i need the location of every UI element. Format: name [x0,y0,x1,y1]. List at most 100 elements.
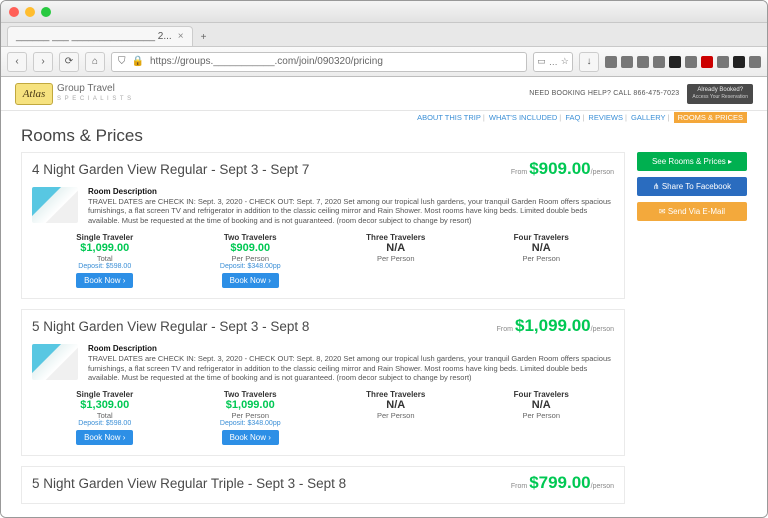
new-tab-button[interactable]: + [193,29,215,46]
ext-icon[interactable] [701,56,713,68]
price-sub: Per Person [323,254,469,263]
room-price-block: From$909.00/person [511,159,614,179]
book-now-button[interactable]: Book Now › [222,430,279,445]
browser-tab[interactable]: ______ ___ _______________ 2... × [7,26,193,46]
nav-about[interactable]: ABOUT THIS TRIP [417,113,481,122]
book-now-button[interactable]: Book Now › [76,430,133,445]
minimize-window-button[interactable] [25,7,35,17]
reader-box[interactable]: ▭…☆ [533,52,573,72]
deposit-text: Deposit: $348.00pp [178,420,324,427]
ext-icon[interactable] [637,56,649,68]
ext-icon[interactable] [653,56,665,68]
traveler-label: Three Travelers [323,390,469,399]
ext-icon[interactable] [717,56,729,68]
room-card: 5 Night Garden View Regular - Sept 3 - S… [21,309,625,456]
price-sub: Total [32,254,178,263]
traveler-label: Four Travelers [469,390,615,399]
page-nav: ABOUT THIS TRIP| WHAT'S INCLUDED| FAQ| R… [1,111,767,124]
url-text: https://groups.___________.com/join/0903… [150,56,383,67]
nav-faq[interactable]: FAQ [565,113,580,122]
back-button[interactable]: ‹ [7,52,27,72]
per-person-label: /person [591,326,614,333]
page-content: Atlas Group Travel S P E C I A L I S T S… [1,77,767,517]
price-column: Single Traveler$1,099.00TotalDeposit: $5… [32,233,178,288]
url-bar[interactable]: ⛉ 🔒 https://groups.___________.com/join/… [111,52,527,72]
room-card: 4 Night Garden View Regular - Sept 3 - S… [21,152,625,299]
room-card: 5 Night Garden View Regular Triple - Sep… [21,466,625,504]
share-facebook-button[interactable]: ⋔ Share To Facebook [637,177,747,196]
price-sub: Per Person [469,254,615,263]
room-thumbnail [32,344,78,380]
extension-icons [605,56,761,68]
price-amount: N/A [323,399,469,411]
room-price-block: From$799.00/person [511,473,614,493]
nav-rooms-active[interactable]: ROOMS & PRICES [674,112,747,123]
nav-reviews[interactable]: REVIEWS [588,113,623,122]
ext-icon[interactable] [669,56,681,68]
window-titlebar [1,1,767,23]
price-amount: N/A [323,242,469,254]
menu-icon[interactable] [749,56,761,68]
traveler-label: Four Travelers [469,233,615,242]
forward-button[interactable]: › [33,52,53,72]
site-logo[interactable]: Atlas Group Travel S P E C I A L I S T S [15,83,132,105]
ext-icon[interactable] [621,56,633,68]
book-now-button[interactable]: Book Now › [222,273,279,288]
deposit-text: Deposit: $348.00pp [178,263,324,270]
room-headline-price: $909.00 [529,159,590,178]
logo-badge: Atlas [15,83,53,105]
see-rooms-button[interactable]: See Rooms & Prices ▸ [637,152,747,171]
download-button[interactable]: ↓ [579,52,599,72]
room-description-title: Room Description [88,344,157,353]
already-booked-button[interactable]: Already Booked? Access Your Reservation [687,84,753,104]
site-header: Atlas Group Travel S P E C I A L I S T S… [1,77,767,111]
price-sub: Per Person [178,411,324,420]
lock-icon: 🔒 [132,56,144,67]
price-column: Two Travelers$1,099.00Per PersonDeposit:… [178,390,324,445]
room-title: 5 Night Garden View Regular Triple - Sep… [32,476,505,492]
per-person-label: /person [591,169,614,176]
price-sub: Per Person [469,411,615,420]
price-column: Four TravelersN/APer Person [469,233,615,288]
per-person-label: /person [591,483,614,490]
close-tab-icon[interactable]: × [178,31,184,42]
price-amount: $909.00 [178,242,324,254]
room-thumbnail [32,187,78,223]
nav-included[interactable]: WHAT'S INCLUDED [489,113,557,122]
nav-gallery[interactable]: GALLERY [631,113,665,122]
ext-icon[interactable] [733,56,745,68]
room-headline-price: $799.00 [529,473,590,492]
tab-title: ______ ___ _______________ 2... [16,31,172,42]
close-window-button[interactable] [9,7,19,17]
room-description: Room DescriptionTRAVEL DATES are CHECK I… [88,187,614,225]
brand-sub: S P E C I A L I S T S [57,94,132,104]
browser-toolbar: ‹ › ⟳ ⌂ ⛉ 🔒 https://groups.___________.c… [1,47,767,77]
book-now-button[interactable]: Book Now › [76,273,133,288]
shield-icon: ⛉ [118,56,126,67]
room-title: 4 Night Garden View Regular - Sept 3 - S… [32,162,505,178]
price-sub: Per Person [178,254,324,263]
brand-main: Group Travel [57,84,132,94]
room-headline-price: $1,099.00 [515,316,591,335]
already-booked-sub: Access Your Reservation [692,94,748,101]
home-button[interactable]: ⌂ [85,52,105,72]
page-title: Rooms & Prices [21,126,625,146]
already-booked-top: Already Booked? [692,87,748,94]
send-email-button[interactable]: ✉ Send Via E-Mail [637,202,747,221]
price-grid: Single Traveler$1,309.00TotalDeposit: $5… [32,390,614,445]
from-label: From [511,483,527,490]
price-amount: N/A [469,399,615,411]
traveler-label: Two Travelers [178,233,324,242]
price-sub: Total [32,411,178,420]
price-amount: N/A [469,242,615,254]
deposit-text: Deposit: $598.00 [32,263,178,270]
room-price-block: From$1,099.00/person [497,316,614,336]
from-label: From [497,326,513,333]
reload-button[interactable]: ⟳ [59,52,79,72]
price-sub: Per Person [323,411,469,420]
maximize-window-button[interactable] [41,7,51,17]
ext-icon[interactable] [605,56,617,68]
price-amount: $1,309.00 [32,399,178,411]
price-amount: $1,099.00 [178,399,324,411]
ext-icon[interactable] [685,56,697,68]
